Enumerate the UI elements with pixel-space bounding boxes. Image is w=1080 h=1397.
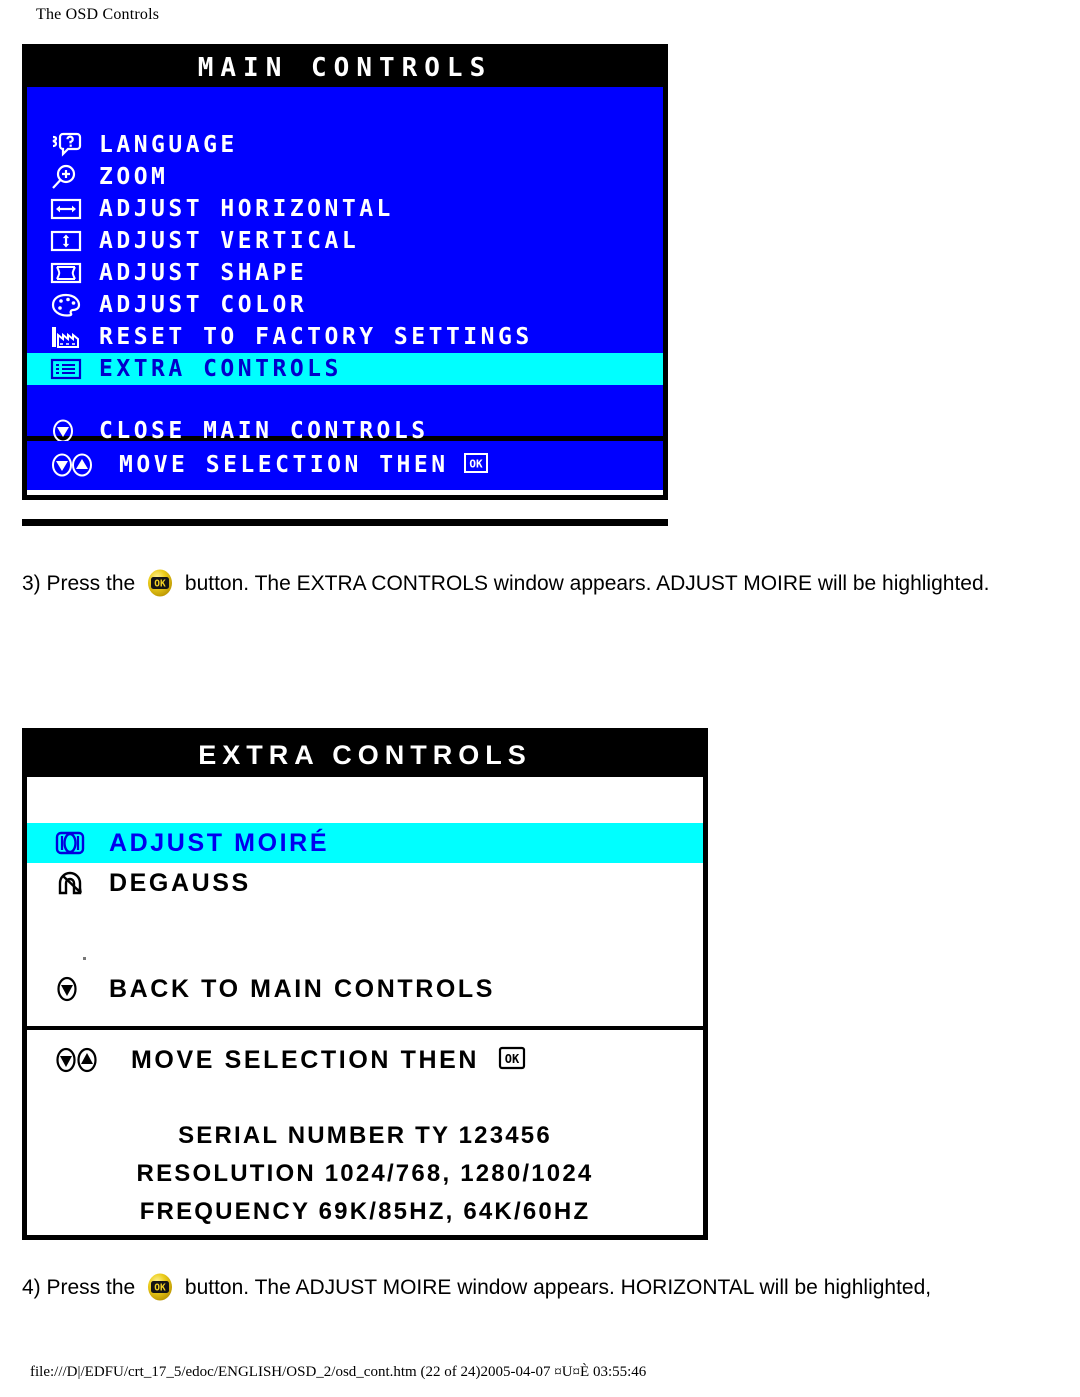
main-controls-hint-bar: MOVE SELECTION THEN OK: [27, 441, 663, 490]
info-frequency: FREQUENCY 69K/85HZ, 64K/60HZ: [139, 1198, 591, 1225]
menu-item-label: ADJUST SHAPE: [99, 260, 308, 286]
menu-item-label: ADJUST MOIRÉ: [109, 828, 330, 857]
ok-button-icon: OK: [463, 451, 489, 479]
menu-item-back-to-main-controls[interactable]: BACK TO MAIN CONTROLS: [27, 969, 703, 1009]
menu-item-zoom[interactable]: ZOOM: [27, 161, 663, 193]
stray-dot-artifact: [83, 957, 86, 960]
horizontal-divider: [22, 519, 668, 526]
main-controls-menu-list: LANGUAGE ZOOM ADJUST HORIZONTAL ADJUST V…: [27, 87, 663, 444]
menu-item-adjust-shape[interactable]: ADJUST SHAPE: [27, 257, 663, 289]
shape-pincushion-icon: [49, 259, 83, 287]
ok-button-icon[interactable]: OK: [145, 568, 175, 598]
ok-button-icon: OK: [497, 1044, 527, 1076]
menu-item-adjust-moire[interactable]: ADJUST MOIRÉ: [27, 823, 703, 863]
svg-text:OK: OK: [154, 578, 166, 589]
menu-item-degauss[interactable]: DEGAUSS: [27, 863, 703, 903]
menu-item-adjust-horizontal[interactable]: ADJUST HORIZONTAL: [27, 193, 663, 225]
color-palette-icon: [49, 291, 83, 319]
step-3-instruction: 3) Press the OK button. The EXTRA CONTRO…: [22, 566, 1002, 602]
menu-item-adjust-vertical[interactable]: ADJUST VERTICAL: [27, 225, 663, 257]
horizontal-arrows-icon: [49, 195, 83, 223]
language-speech-bubble-icon: [49, 131, 83, 159]
menu-item-label: BACK TO MAIN CONTROLS: [109, 974, 496, 1003]
menu-item-extra-controls[interactable]: EXTRA CONTROLS: [27, 353, 663, 385]
hint-row: MOVE SELECTION THEN OK: [27, 449, 663, 481]
step-4-instruction: 4) Press the OK button. The ADJUST MOIRE…: [22, 1270, 1062, 1306]
extra-controls-menu-list: ADJUST MOIRÉ DEGAUSS BACK TO MAIN CONTRO…: [27, 777, 703, 1030]
vertical-arrows-icon: [49, 227, 83, 255]
extra-controls-osd-window: EXTRA CONTROLS ADJUST MOIRÉ DEGAUSS BACK…: [22, 728, 708, 1240]
list-lines-icon: [49, 355, 83, 383]
info-serial-number: SERIAL NUMBER TY 123456: [178, 1122, 552, 1149]
menu-item-reset-to-factory-settings[interactable]: RESET TO FACTORY SETTINGS: [27, 321, 663, 353]
page-footer-path: file:///D|/EDFU/crt_17_5/edoc/ENGLISH/OS…: [30, 1364, 647, 1380]
menu-item-label: DEGAUSS: [109, 868, 251, 897]
page-title: The OSD Controls: [36, 6, 160, 23]
menu-item-label: ZOOM: [99, 164, 169, 190]
down-arrow-circle-icon: [53, 973, 89, 1005]
hint-label: MOVE SELECTION THEN: [131, 1045, 480, 1074]
menu-item-label: ADJUST COLOR: [99, 292, 308, 318]
hint-label: MOVE SELECTION THEN: [119, 452, 449, 478]
step-4-prefix: 4) Press the: [22, 1276, 136, 1299]
menu-item-label: EXTRA CONTROLS: [99, 356, 342, 382]
menu-item-language[interactable]: LANGUAGE: [27, 129, 663, 161]
main-controls-title: MAIN CONTROLS: [27, 49, 663, 87]
menu-item-label: RESET TO FACTORY SETTINGS: [99, 324, 533, 350]
menu-item-label: LANGUAGE: [99, 132, 238, 158]
ok-button-icon[interactable]: OK: [145, 1272, 175, 1302]
hint-row: MOVE SELECTION THEN OK: [27, 1040, 703, 1080]
factory-reset-icon: [49, 323, 83, 351]
moire-pattern-icon: [53, 827, 89, 859]
svg-text:OK: OK: [505, 1052, 520, 1066]
menu-item-adjust-color[interactable]: ADJUST COLOR: [27, 289, 663, 321]
menu-item-label: ADJUST HORIZONTAL: [99, 196, 394, 222]
down-up-arrow-circles-icon: [49, 451, 103, 479]
main-controls-osd-window: MAIN CONTROLS LANGUAGE ZOOM ADJUST HORIZ…: [22, 44, 668, 500]
svg-text:OK: OK: [154, 1282, 166, 1293]
magnifier-plus-icon: [49, 163, 83, 191]
step-3-suffix: button. The EXTRA CONTROLS window appear…: [184, 572, 990, 595]
step-4-suffix: button. The ADJUST MOIRE window appears.…: [184, 1276, 932, 1299]
degauss-magnet-icon: [53, 867, 89, 899]
menu-item-label: ADJUST VERTICAL: [99, 228, 360, 254]
info-resolution: RESOLUTION 1024/768, 1280/1024: [136, 1160, 594, 1187]
extra-controls-title: EXTRA CONTROLS: [27, 733, 703, 777]
down-up-arrow-circles-icon: [53, 1044, 111, 1076]
svg-text:OK: OK: [469, 458, 483, 471]
step-3-prefix: 3) Press the: [22, 572, 136, 595]
extra-controls-hint-and-info: MOVE SELECTION THEN OK SERIAL NUMBER TY …: [27, 1030, 703, 1235]
